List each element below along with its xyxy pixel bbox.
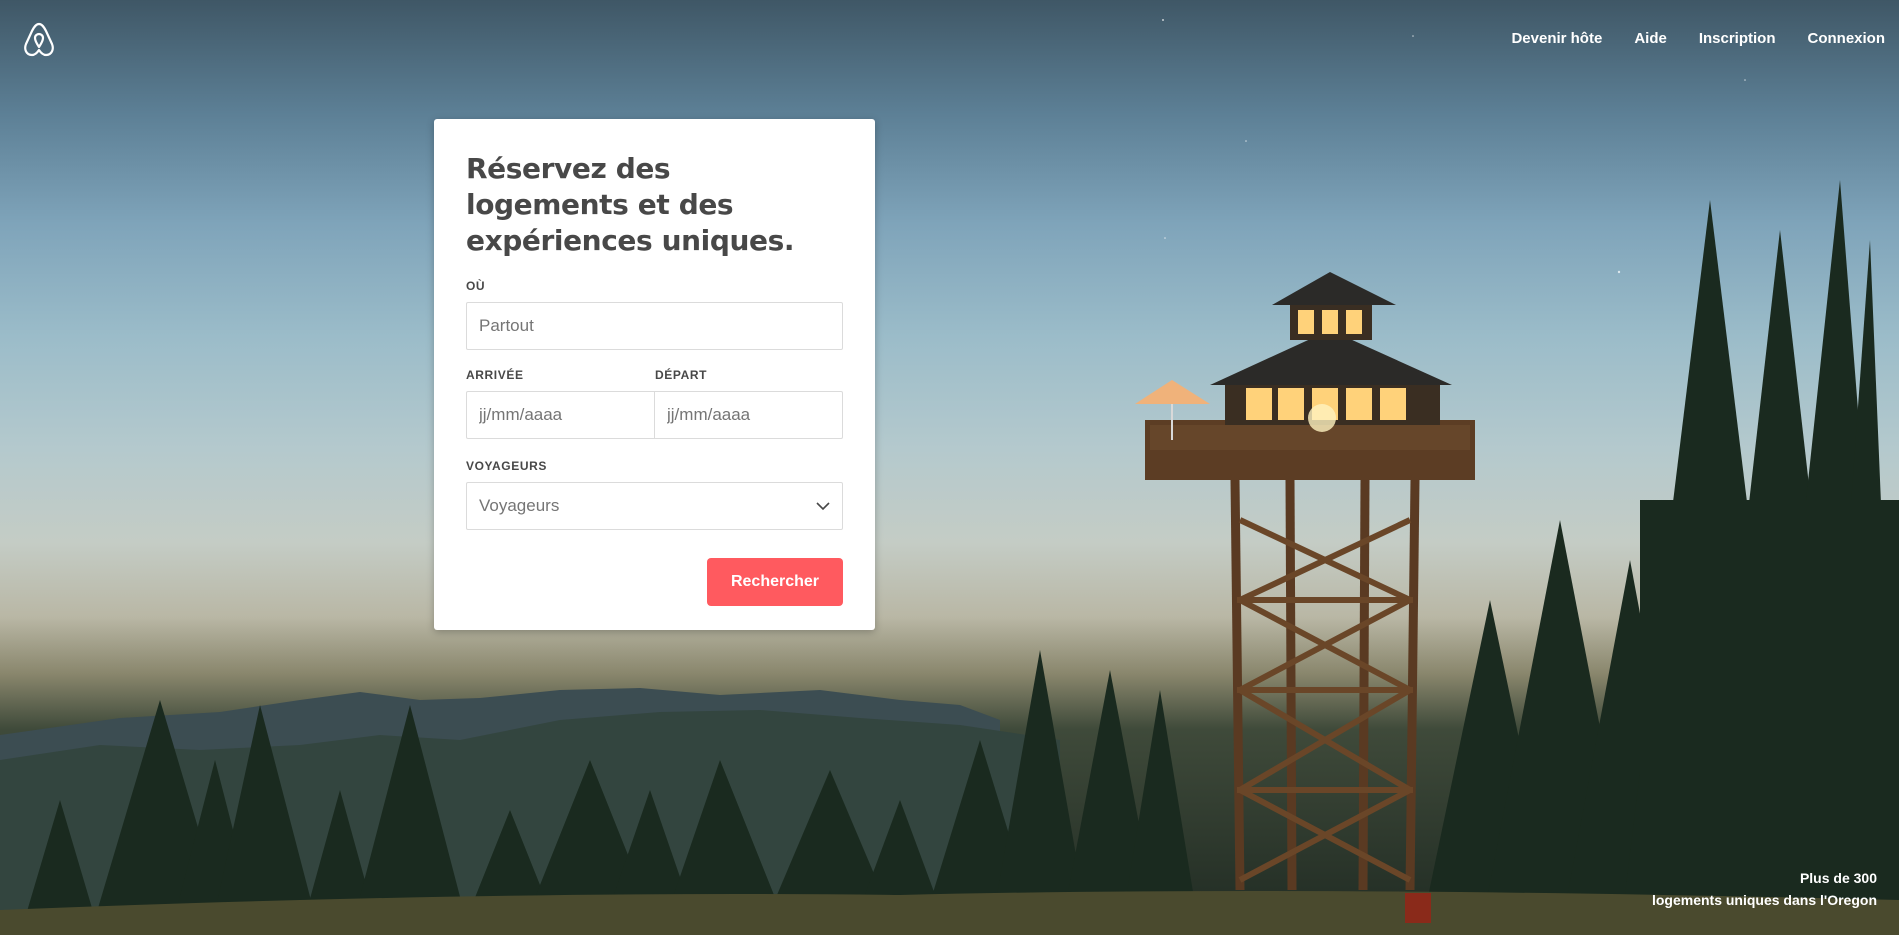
search-card-title: Réservez des logements et des expérience… bbox=[466, 152, 795, 257]
where-field[interactable] bbox=[466, 302, 843, 350]
checkin-input[interactable] bbox=[479, 405, 642, 425]
guests-label: VOYAGEURS bbox=[466, 459, 547, 473]
where-input[interactable] bbox=[479, 316, 830, 336]
checkout-field[interactable] bbox=[655, 391, 843, 439]
nav-login[interactable]: Connexion bbox=[1808, 30, 1886, 47]
search-card: Réservez des logements et des expérience… bbox=[434, 119, 875, 630]
fire-lookout-landscape-illustration bbox=[0, 19, 1899, 935]
checkin-label: ARRIVÉE bbox=[466, 368, 524, 382]
checkout-label: DÉPART bbox=[655, 368, 708, 382]
where-label: OÙ bbox=[466, 279, 486, 293]
search-button[interactable]: Rechercher bbox=[707, 558, 843, 606]
guests-select[interactable]: Voyageurs bbox=[466, 482, 843, 530]
checkout-input[interactable] bbox=[667, 405, 830, 425]
nav-help[interactable]: Aide bbox=[1634, 30, 1667, 47]
airbnb-logo-icon[interactable] bbox=[22, 22, 56, 58]
caption-line-2: logements uniques dans l'Oregon bbox=[1651, 892, 1877, 908]
nav-become-host[interactable]: Devenir hôte bbox=[1511, 30, 1602, 47]
checkin-field[interactable] bbox=[466, 391, 655, 439]
hero-caption: Plus de 300 logements uniques dans l'Ore… bbox=[1652, 867, 1877, 911]
nav-signup[interactable]: Inscription bbox=[1699, 30, 1776, 47]
guests-select-value: Voyageurs bbox=[479, 496, 560, 515]
chevron-down-icon bbox=[816, 501, 830, 510]
top-nav: Devenir hôte Aide Inscription Connexion bbox=[1479, 30, 1885, 47]
hero-background-image bbox=[0, 0, 1899, 935]
date-range-picker bbox=[466, 391, 843, 439]
caption-line-1: Plus de 300 bbox=[1799, 870, 1877, 886]
